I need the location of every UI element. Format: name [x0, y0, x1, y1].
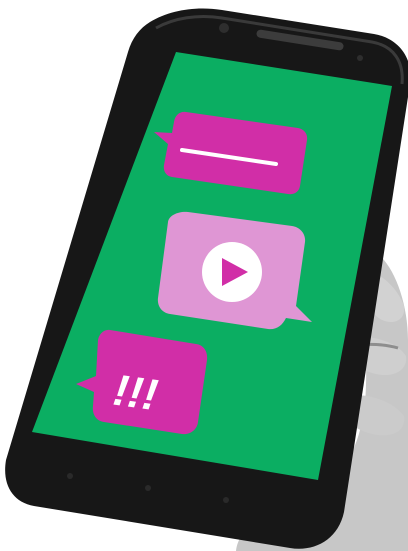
video-play-bubble — [157, 211, 312, 330]
alert-glyph: !!! — [110, 366, 160, 421]
front-camera — [219, 23, 229, 33]
sensor-dot — [357, 55, 363, 61]
nav-home-hint — [145, 485, 151, 491]
phone-photo: !!! — [0, 0, 408, 551]
nav-recent-hint — [223, 497, 229, 503]
nav-back-hint — [67, 473, 73, 479]
